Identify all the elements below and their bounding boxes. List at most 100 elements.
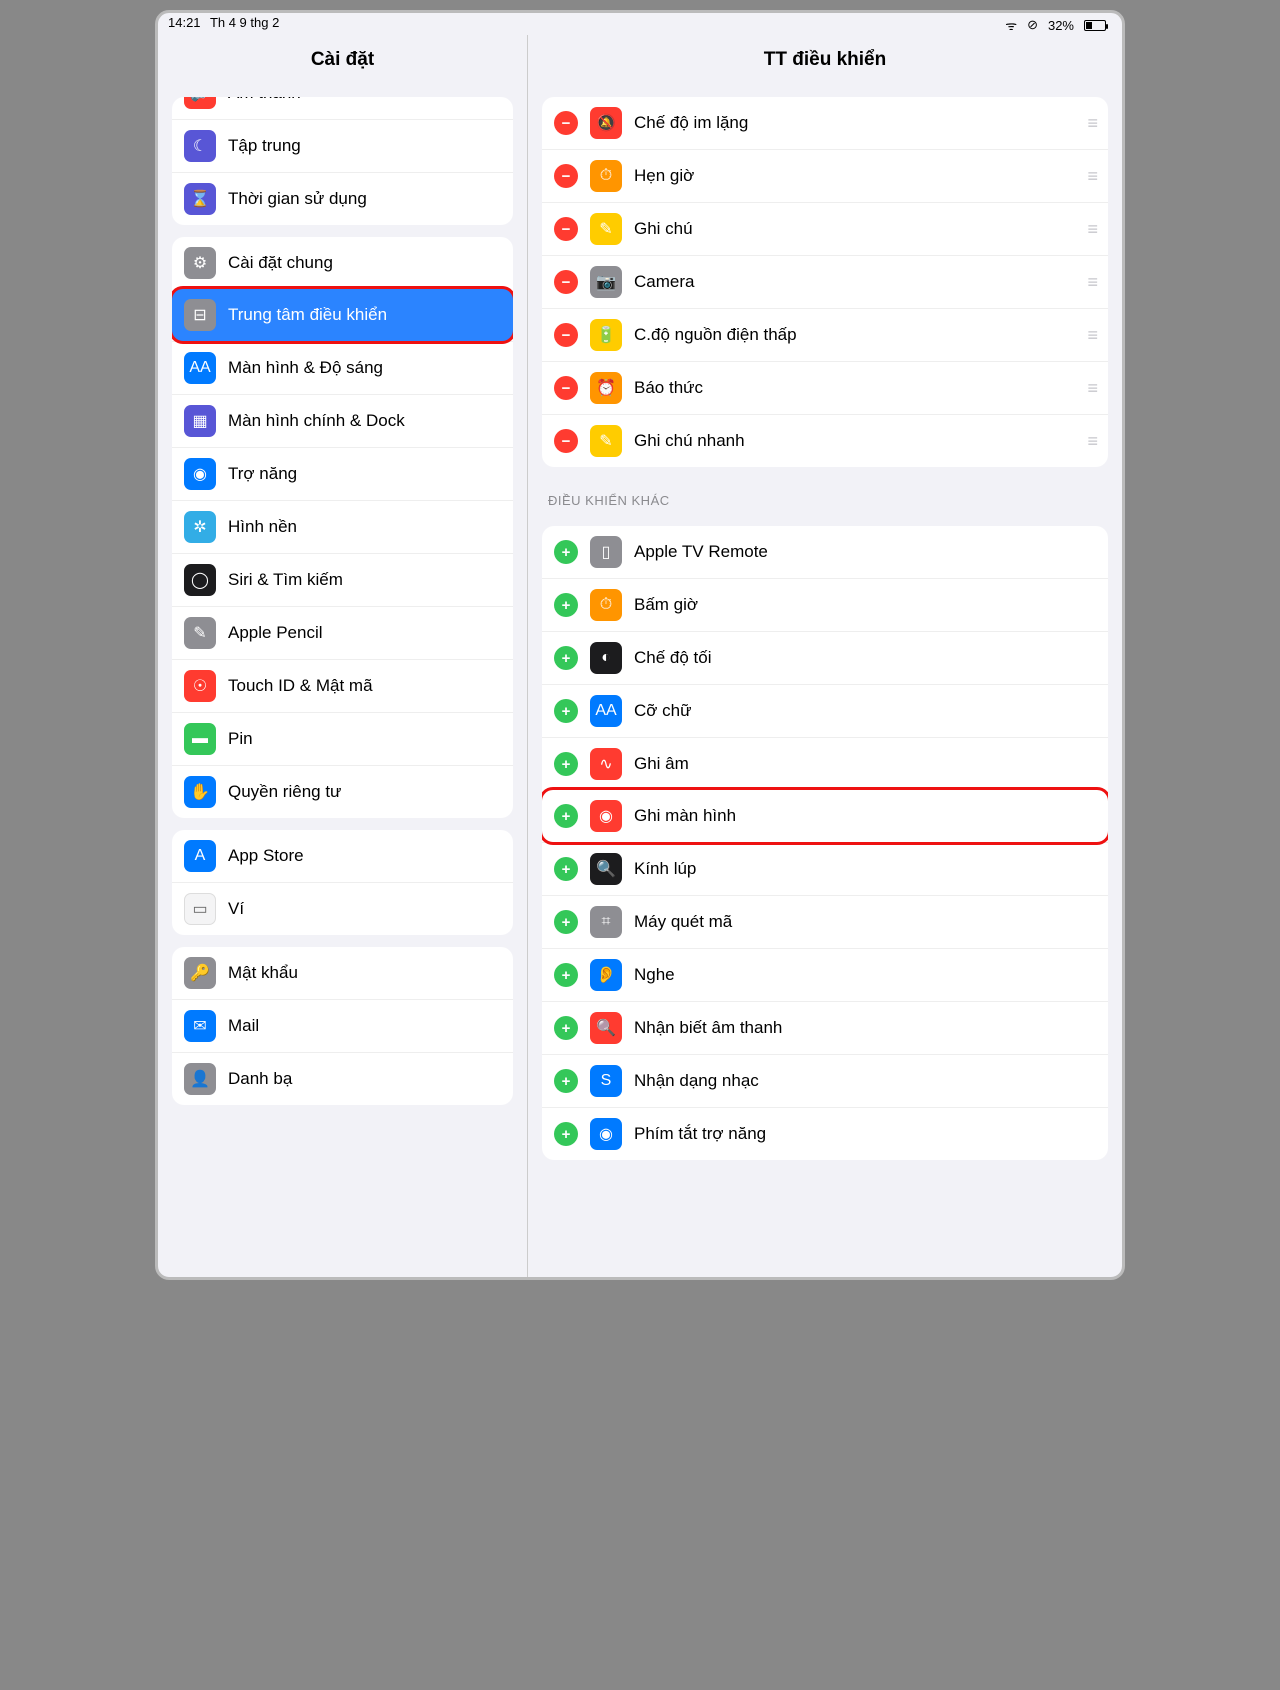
- detail-scroll[interactable]: −🔕Chế độ im lặng≡−⏱Hẹn giờ≡−✎Ghi chú≡−📷C…: [528, 85, 1122, 1277]
- other-control-row[interactable]: +◐Chế độ tối: [542, 631, 1108, 684]
- control-label: Nghe: [634, 965, 1096, 985]
- row-label: Mật khẩu: [228, 963, 501, 983]
- included-control-row[interactable]: −✎Ghi chú nhanh≡: [542, 414, 1108, 467]
- add-button[interactable]: +: [554, 699, 578, 723]
- section-header: ĐIỀU KHIỂN KHÁC: [542, 479, 1108, 514]
- control-icon: 👂: [590, 959, 622, 991]
- reorder-handle[interactable]: ≡: [1087, 431, 1096, 452]
- row-label: Quyền riêng tư: [228, 782, 501, 802]
- other-control-row[interactable]: +🔍Nhận biết âm thanh: [542, 1001, 1108, 1054]
- add-button[interactable]: +: [554, 857, 578, 881]
- sidebar-item[interactable]: AAMàn hình & Độ sáng: [172, 341, 513, 394]
- add-button[interactable]: +: [554, 752, 578, 776]
- row-label: Hình nền: [228, 517, 501, 537]
- control-label: C.độ nguồn điện thấp: [634, 325, 1075, 345]
- add-button[interactable]: +: [554, 593, 578, 617]
- add-button[interactable]: +: [554, 804, 578, 828]
- reorder-handle[interactable]: ≡: [1087, 325, 1096, 346]
- control-icon: ∿: [590, 748, 622, 780]
- add-button[interactable]: +: [554, 963, 578, 987]
- sidebar-item[interactable]: ◯Siri & Tìm kiếm: [172, 553, 513, 606]
- sidebar-scroll[interactable]: 🔊 Âm thanh ☾Tập trung⌛Thời gian sử dụng ⚙Cà…: [158, 85, 527, 1277]
- detail-pane: TT điều khiển −🔕Chế độ im lặng≡−⏱Hẹn giờ…: [528, 35, 1122, 1277]
- sidebar-item[interactable]: ▦Màn hình chính & Dock: [172, 394, 513, 447]
- included-control-row[interactable]: −⏱Hẹn giờ≡: [542, 149, 1108, 202]
- sidebar-item[interactable]: ✉ Mail: [172, 999, 513, 1052]
- other-control-row[interactable]: +AACỡ chữ: [542, 684, 1108, 737]
- sidebar-item[interactable]: ✲Hình nền: [172, 500, 513, 553]
- control-icon: 🔍: [590, 1012, 622, 1044]
- sidebar-item[interactable]: ▬Pin: [172, 712, 513, 765]
- sidebar-item[interactable]: ✋ Quyền riêng tư: [172, 765, 513, 818]
- row-label: App Store: [228, 846, 501, 866]
- remove-button[interactable]: −: [554, 217, 578, 241]
- sidebar-item[interactable]: AApp Store: [172, 830, 513, 882]
- other-control-row[interactable]: +⌗Máy quét mã: [542, 895, 1108, 948]
- row-icon: ✋: [184, 776, 216, 808]
- other-control-row[interactable]: +SNhận dạng nhạc: [542, 1054, 1108, 1107]
- remove-button[interactable]: −: [554, 323, 578, 347]
- row-icon: ☾: [184, 130, 216, 162]
- included-control-row[interactable]: −🔕Chế độ im lặng≡: [542, 97, 1108, 149]
- row-icon: ⚙: [184, 247, 216, 279]
- row-label: Âm thanh: [228, 97, 501, 103]
- sidebar-item[interactable]: ▭Ví: [172, 882, 513, 935]
- control-icon: ◉: [590, 1118, 622, 1150]
- sidebar-item[interactable]: 🔊 Âm thanh: [172, 97, 513, 119]
- control-label: Ghi màn hình: [634, 806, 1096, 826]
- reorder-handle[interactable]: ≡: [1087, 113, 1096, 134]
- sidebar-item[interactable]: 👤Danh bạ: [172, 1052, 513, 1105]
- row-icon: ✉: [184, 1010, 216, 1042]
- row-icon: ▭: [184, 893, 216, 925]
- control-label: Apple TV Remote: [634, 542, 1096, 562]
- control-label: Báo thức: [634, 378, 1075, 398]
- sidebar-item[interactable]: ⌛Thời gian sử dụng: [172, 172, 513, 225]
- sidebar-item[interactable]: ⊟Trung tâm điều khiển: [172, 286, 513, 344]
- sidebar-item[interactable]: ☉Touch ID & Mật mã: [172, 659, 513, 712]
- row-label: Apple Pencil: [228, 623, 501, 643]
- row-icon: ▦: [184, 405, 216, 437]
- reorder-handle[interactable]: ≡: [1087, 166, 1096, 187]
- add-button[interactable]: +: [554, 646, 578, 670]
- other-control-row[interactable]: +🔍Kính lúp: [542, 842, 1108, 895]
- other-control-row[interactable]: +⏱Bấm giờ: [542, 578, 1108, 631]
- included-control-row[interactable]: −📷Camera≡: [542, 255, 1108, 308]
- add-button[interactable]: +: [554, 540, 578, 564]
- remove-button[interactable]: −: [554, 376, 578, 400]
- control-icon: ✎: [590, 425, 622, 457]
- sidebar-item[interactable]: ◉Trợ năng: [172, 447, 513, 500]
- control-icon: ⌗: [590, 906, 622, 938]
- row-label: Siri & Tìm kiếm: [228, 570, 501, 590]
- add-button[interactable]: +: [554, 1069, 578, 1093]
- row-label: Danh bạ: [228, 1069, 501, 1089]
- row-label: Trợ năng: [228, 464, 501, 484]
- other-control-row[interactable]: +▯Apple TV Remote: [542, 526, 1108, 578]
- other-control-row[interactable]: +◉Ghi màn hình: [542, 787, 1108, 845]
- remove-button[interactable]: −: [554, 111, 578, 135]
- reorder-handle[interactable]: ≡: [1087, 272, 1096, 293]
- included-control-row[interactable]: −⏰Báo thức≡: [542, 361, 1108, 414]
- row-label: Mail: [228, 1016, 501, 1036]
- battery-pct: 32%: [1048, 18, 1074, 33]
- other-control-row[interactable]: +∿Ghi âm: [542, 737, 1108, 790]
- other-control-row[interactable]: + 👂 Nghe: [542, 948, 1108, 1001]
- control-label: Chế độ im lặng: [634, 113, 1075, 133]
- included-control-row[interactable]: −✎Ghi chú≡: [542, 202, 1108, 255]
- sidebar-item[interactable]: 🔑Mật khẩu: [172, 947, 513, 999]
- add-button[interactable]: +: [554, 1016, 578, 1040]
- remove-button[interactable]: −: [554, 270, 578, 294]
- reorder-handle[interactable]: ≡: [1087, 378, 1096, 399]
- reorder-handle[interactable]: ≡: [1087, 219, 1096, 240]
- control-icon: 📷: [590, 266, 622, 298]
- battery-icon: [1084, 20, 1106, 31]
- other-control-row[interactable]: +◉Phím tắt trợ năng: [542, 1107, 1108, 1160]
- remove-button[interactable]: −: [554, 164, 578, 188]
- row-icon: 🔊: [184, 97, 216, 109]
- included-control-row[interactable]: −🔋C.độ nguồn điện thấp≡: [542, 308, 1108, 361]
- sidebar-item[interactable]: ✎Apple Pencil: [172, 606, 513, 659]
- sidebar-item[interactable]: ☾Tập trung: [172, 119, 513, 172]
- add-button[interactable]: +: [554, 910, 578, 934]
- sidebar-item[interactable]: ⚙Cài đặt chung: [172, 237, 513, 289]
- remove-button[interactable]: −: [554, 429, 578, 453]
- add-button[interactable]: +: [554, 1122, 578, 1146]
